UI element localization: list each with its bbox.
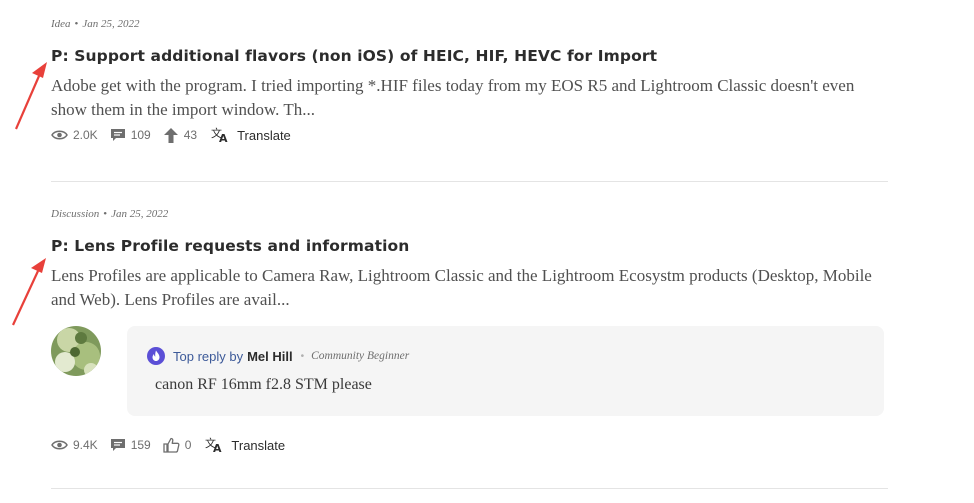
post-title-link[interactable]: P: Lens Profile requests and information xyxy=(51,235,888,257)
top-reply-card[interactable]: Top reply by Mel Hill • Community Beginn… xyxy=(127,326,884,416)
comments-count: 159 xyxy=(130,438,151,452)
post-stats: 2.0K 109 43 文A Translate xyxy=(51,123,888,147)
post-stats: 9.4K 159 0 文A Translate xyxy=(51,433,285,457)
rank-badge-icon xyxy=(147,347,165,365)
avatar-image xyxy=(51,326,101,376)
reply-username-link[interactable]: Mel Hill xyxy=(247,349,293,364)
post-excerpt: Lens Profiles are applicable to Camera R… xyxy=(51,266,872,309)
svg-text:A: A xyxy=(219,132,228,143)
thumbs-up-icon xyxy=(163,437,180,453)
comment-icon xyxy=(110,438,125,451)
comments-count: 109 xyxy=(130,128,151,142)
translate-label: Translate xyxy=(231,437,286,453)
comments-stat[interactable]: 159 xyxy=(110,438,151,453)
views-count: 9.4K xyxy=(73,438,98,452)
post-meta: Idea • Jan 25, 2022 xyxy=(51,18,140,30)
views-stat: 2.0K xyxy=(51,128,98,142)
upvote-arrow-icon xyxy=(163,127,178,143)
post-excerpt: Adobe get with the program. I tried impo… xyxy=(51,76,855,119)
top-reply-text: canon RF 16mm f2.8 STM please xyxy=(155,376,372,393)
translate-button[interactable]: 文A Translate xyxy=(211,127,291,143)
post-date: Jan 25, 2022 xyxy=(111,208,169,220)
post-item: Discussion • Jan 25, 2022 P: Lens Profile … xyxy=(51,206,888,312)
translate-icon: 文A xyxy=(211,127,228,143)
post-divider xyxy=(51,181,888,182)
post-title-link[interactable]: P: Support additional flavors (non iOS) … xyxy=(51,45,888,67)
post-item: Idea • Jan 25, 2022 P: Support additional … xyxy=(51,16,888,147)
likes-count: 0 xyxy=(184,438,192,452)
eye-icon xyxy=(51,130,68,140)
annotation-arrow-2 xyxy=(12,258,46,326)
views-count: 2.0K xyxy=(73,128,98,142)
translate-button[interactable]: 文A Translate xyxy=(205,437,285,453)
post-type: Idea xyxy=(51,18,71,30)
likes-stat[interactable]: 0 xyxy=(163,437,192,453)
translate-icon: 文A xyxy=(205,437,222,453)
votes-stat[interactable]: 43 xyxy=(163,127,197,144)
user-rank: Community Beginner xyxy=(311,350,410,362)
post-type: Discussion xyxy=(51,208,100,220)
post-divider xyxy=(51,488,888,489)
comment-icon xyxy=(110,128,125,141)
annotation-arrow-1 xyxy=(14,62,47,130)
top-reply-label: Top reply by xyxy=(173,348,244,364)
avatar[interactable] xyxy=(51,326,101,376)
translate-label: Translate xyxy=(237,127,291,143)
post-meta: Discussion • Jan 25, 2022 xyxy=(51,208,169,220)
comments-stat[interactable]: 109 xyxy=(110,128,151,143)
svg-text:A: A xyxy=(213,442,222,453)
post-date: Jan 25, 2022 xyxy=(82,18,140,30)
eye-icon xyxy=(51,440,68,450)
top-reply-header: Top reply by Mel Hill • Community Beginn… xyxy=(147,347,864,365)
views-stat: 9.4K xyxy=(51,438,98,452)
votes-count: 43 xyxy=(183,128,198,142)
